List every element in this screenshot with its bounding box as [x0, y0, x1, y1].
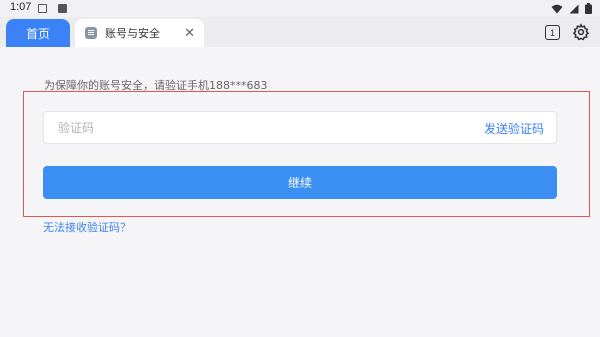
app-notification-icon: [58, 4, 67, 13]
signal-icon: [569, 4, 579, 13]
status-indicators: [551, 3, 592, 14]
battery-icon: [585, 3, 592, 14]
gear-icon[interactable]: [572, 23, 590, 41]
tab-account-security[interactable]: 账号与安全 ✕: [75, 19, 204, 47]
tab-home[interactable]: 首页: [6, 19, 70, 47]
verification-code-input[interactable]: [58, 112, 438, 143]
status-time: 1:07: [10, 1, 32, 13]
notification-icon: [38, 4, 47, 13]
document-icon: [85, 27, 97, 39]
wifi-icon: [551, 4, 563, 13]
send-code-button[interactable]: 发送验证码: [484, 120, 544, 137]
continue-button[interactable]: 继续: [43, 166, 557, 199]
cant-receive-code-link[interactable]: 无法接收验证码？: [43, 219, 131, 235]
tab-bar: 首页 账号与安全 ✕: [0, 17, 600, 47]
status-bar: 1:07: [0, 0, 600, 17]
tab-count-button[interactable]: 1: [545, 25, 560, 40]
verification-code-field: 发送验证码: [43, 111, 557, 144]
close-icon[interactable]: ✕: [184, 26, 195, 41]
tab-account-label: 账号与安全: [105, 27, 160, 40]
